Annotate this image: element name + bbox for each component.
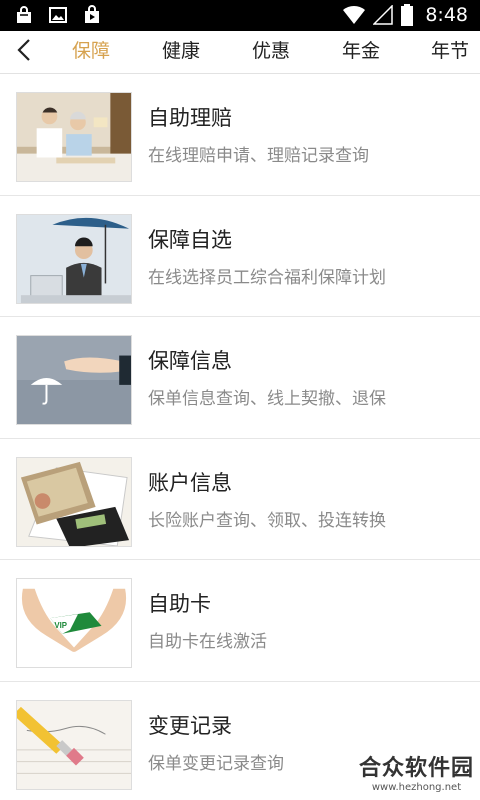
back-button[interactable] — [10, 35, 38, 69]
battery-icon — [401, 4, 414, 26]
tab-jiankang[interactable]: 健康 — [162, 39, 200, 63]
item-title: 变更记录 — [148, 713, 232, 738]
wifi-icon — [343, 5, 366, 25]
svg-text:VIP: VIP — [54, 621, 67, 630]
item-subtitle: 保单信息查询、线上契撤、退保 — [148, 389, 386, 409]
item-subtitle: 自助卡在线激活 — [148, 632, 267, 652]
chevron-left-icon — [16, 38, 32, 66]
item-subtitle: 在线理赔申请、理赔记录查询 — [148, 146, 369, 166]
item-title: 账户信息 — [148, 470, 232, 495]
clock: 8:48 — [425, 4, 468, 26]
businessman-umbrella-photo — [16, 213, 132, 304]
tab-nianjie[interactable]: 年节 — [431, 39, 469, 63]
item-title: 保障自选 — [148, 227, 232, 252]
item-title: 自助理赔 — [148, 106, 232, 130]
image-icon — [48, 5, 68, 25]
pencil-paper-photo — [16, 699, 132, 790]
list-item-plan-selection[interactable]: 保障自选 在线选择员工综合福利保障计划 — [0, 195, 480, 317]
list-item-self-service-card[interactable]: VIP 自助卡 自助卡在线激活 — [0, 560, 480, 682]
list-item-claims[interactable]: 自助理赔 在线理赔申请、理赔记录查询 — [0, 74, 480, 196]
item-subtitle: 保单变更记录查询 — [148, 753, 284, 774]
tab-youhui[interactable]: 优惠 — [252, 39, 290, 63]
item-title: 保障信息 — [148, 349, 232, 373]
service-list: 自助理赔 在线理赔申请、理赔记录查询 保障自选 在线选择员工综合福利保障计划 保… — [0, 74, 480, 800]
watermark-text: 合众软件园 — [358, 756, 474, 781]
elderly-couple-photo — [16, 92, 132, 182]
hands-vip-card-photo: VIP — [16, 578, 132, 668]
cash-calculator-photo — [16, 456, 132, 547]
tab-nianjin[interactable]: 年金 — [342, 39, 380, 63]
item-subtitle: 长险账户查询、领取、投连转换 — [148, 510, 386, 531]
watermark-url: www.hezhong.net — [371, 782, 462, 793]
list-item-account-info[interactable]: 账户信息 长险账户查询、领取、投连转换 — [0, 438, 480, 560]
watermark: 合众软件园 www.hezhong.net — [359, 756, 474, 794]
item-subtitle: 在线选择员工综合福利保障计划 — [148, 267, 386, 288]
system-icons: 8:48 — [343, 4, 468, 26]
signal-icon — [373, 5, 394, 25]
status-bar: 8:48 — [0, 0, 480, 31]
item-title: 自助卡 — [148, 592, 211, 616]
hand-umbrella-photo — [16, 335, 132, 425]
tab-baozhang[interactable]: 保障 — [72, 39, 110, 63]
notification-icons — [14, 5, 102, 25]
play-store-icon — [82, 5, 102, 25]
bag-icon — [14, 5, 34, 25]
list-item-policy-info[interactable]: 保障信息 保单信息查询、线上契撤、退保 — [0, 317, 480, 439]
category-tab-bar: 保障 健康 优惠 年金 年节 — [0, 31, 480, 74]
